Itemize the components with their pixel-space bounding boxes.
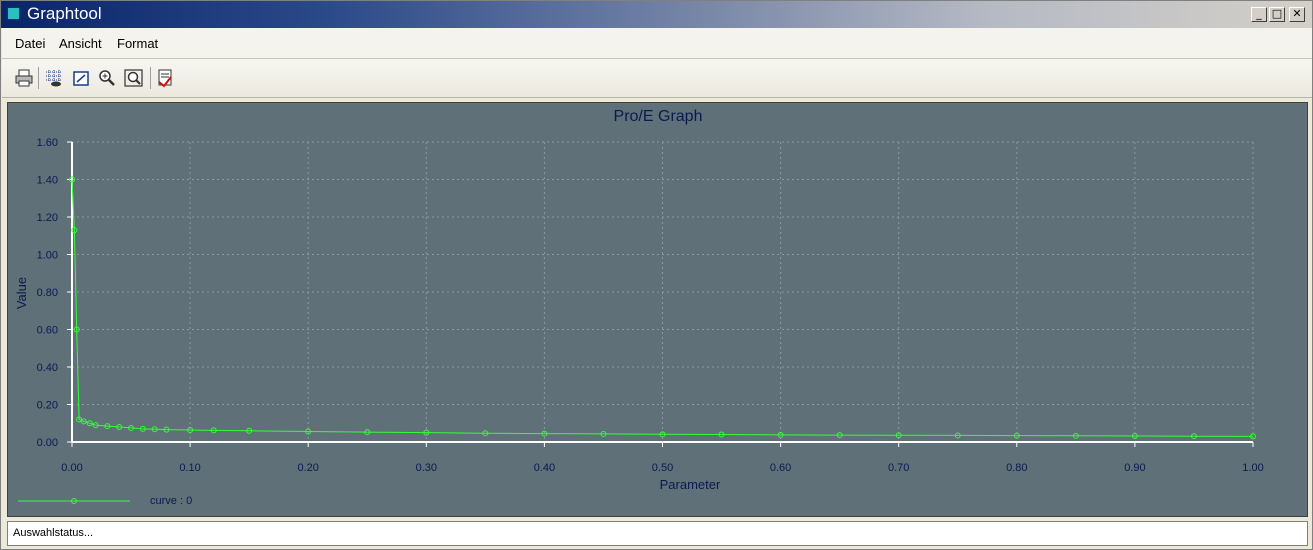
toolbar-separator bbox=[38, 67, 39, 89]
x-tick-label: 0.30 bbox=[416, 462, 437, 474]
y-tick-label: 0.20 bbox=[37, 400, 58, 412]
close-icon: ✕ bbox=[1292, 7, 1302, 20]
toolbar-separator bbox=[150, 67, 151, 89]
maximize-icon: □ bbox=[1271, 7, 1283, 20]
y-tick-label: 0.60 bbox=[37, 325, 58, 337]
plot-area[interactable]: Pro/E Graph 0.00 0.10 0.20 0.30 0.40 0.50 0.60… bbox=[7, 102, 1308, 517]
app-icon bbox=[7, 7, 20, 20]
y-tick-label: 0.40 bbox=[37, 362, 58, 374]
window-title: Graphtool bbox=[27, 4, 102, 23]
x-tick-label: 0.80 bbox=[1006, 462, 1027, 474]
x-tick-label: 0.70 bbox=[888, 462, 909, 474]
status-text: Auswahlstatus... bbox=[13, 527, 94, 539]
axes bbox=[67, 141, 1254, 447]
status-bar: Auswahlstatus... bbox=[7, 521, 1308, 546]
tick-labels: 0.00 0.10 0.20 0.30 0.40 0.50 0.60 0.70 0.80 0.90… bbox=[37, 137, 1264, 474]
x-tick-label: 0.50 bbox=[652, 462, 673, 474]
x-tick-label: 0.00 bbox=[61, 462, 82, 474]
minimize-icon: _ bbox=[1256, 7, 1262, 20]
graphtool-window: Graphtool _ □ ✕ Datei Ansicht Format Pro… bbox=[0, 0, 1313, 550]
maximize-button[interactable]: □ bbox=[1269, 7, 1285, 22]
fit-icon[interactable] bbox=[71, 68, 91, 88]
y-tick-label: 1.20 bbox=[37, 212, 58, 224]
menu-bar: Datei Ansicht Format bbox=[2, 28, 1312, 59]
x-tick-label: 0.20 bbox=[297, 462, 318, 474]
chart-title: Pro/E Graph bbox=[614, 108, 703, 125]
x-tick-label: 0.40 bbox=[534, 462, 555, 474]
x-tick-label: 0.90 bbox=[1124, 462, 1145, 474]
menu-datei[interactable]: Datei bbox=[15, 36, 45, 51]
grid-lines bbox=[71, 141, 1254, 443]
x-tick-label: 1.00 bbox=[1242, 462, 1263, 474]
y-tick-label: 0.00 bbox=[37, 437, 58, 449]
export-icon[interactable] bbox=[155, 68, 175, 88]
legend[interactable]: curve : 0 bbox=[18, 495, 192, 507]
menu-format[interactable]: Format bbox=[117, 36, 158, 51]
x-tick-label: 0.60 bbox=[770, 462, 791, 474]
close-button[interactable]: ✕ bbox=[1289, 7, 1305, 22]
toolbar bbox=[2, 59, 1312, 98]
zoom-window-icon[interactable] bbox=[124, 68, 144, 88]
legend-label: curve : 0 bbox=[150, 495, 192, 507]
x-tick-label: 0.10 bbox=[179, 462, 200, 474]
y-tick-label: 1.40 bbox=[37, 175, 58, 187]
zoom-in-icon[interactable] bbox=[97, 68, 117, 88]
x-axis-label: Parameter bbox=[660, 477, 721, 492]
graph-canvas[interactable]: Pro/E Graph 0.00 0.10 0.20 0.30 0.40 0.50 0.60… bbox=[8, 103, 1307, 516]
minimize-button[interactable]: _ bbox=[1251, 7, 1267, 22]
y-tick-label: 1.00 bbox=[37, 250, 58, 262]
y-tick-label: 1.60 bbox=[37, 137, 58, 149]
y-axis-label: Value bbox=[14, 277, 29, 309]
menu-ansicht[interactable]: Ansicht bbox=[59, 36, 102, 51]
title-bar[interactable]: Graphtool _ □ ✕ bbox=[1, 1, 1312, 28]
y-tick-label: 0.80 bbox=[37, 287, 58, 299]
grid-icon[interactable] bbox=[44, 68, 64, 88]
printer-icon[interactable] bbox=[14, 68, 34, 88]
